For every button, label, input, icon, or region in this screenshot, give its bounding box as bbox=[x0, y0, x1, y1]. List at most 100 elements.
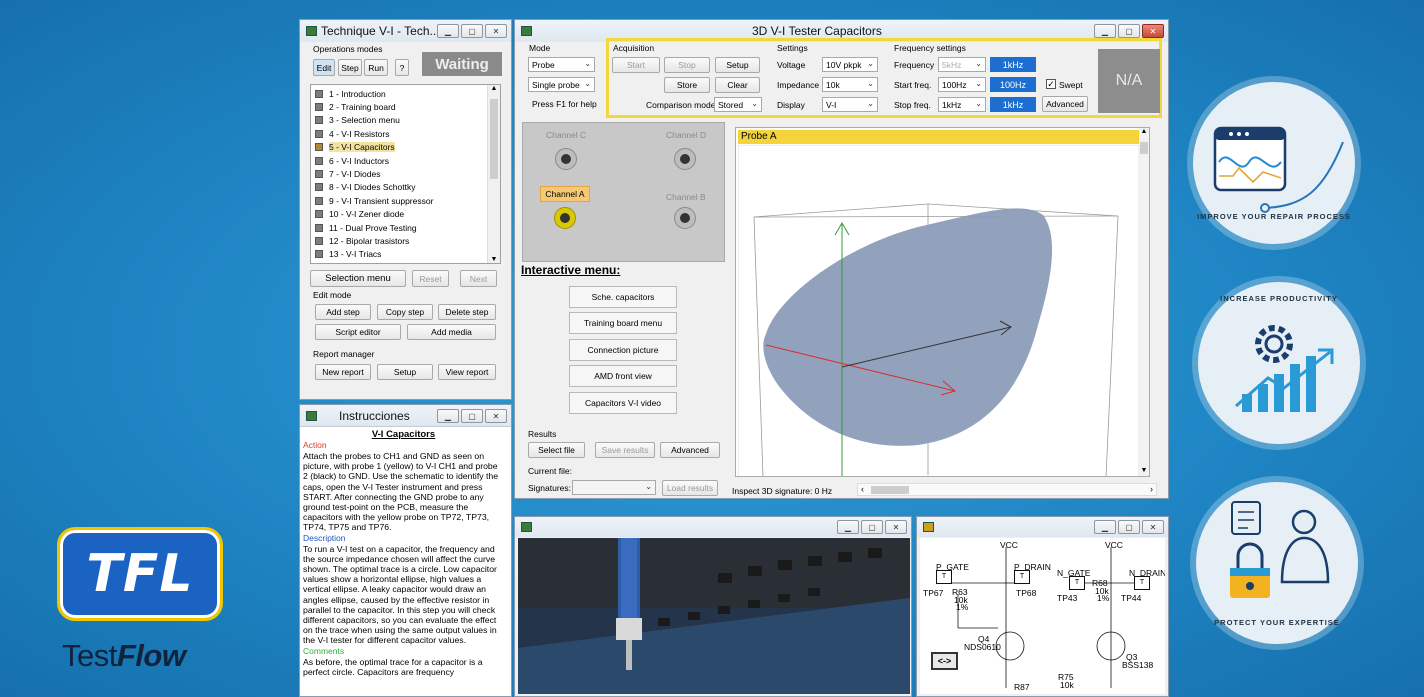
list-item[interactable]: 10 - V-I Zener diode bbox=[311, 208, 500, 221]
menu-training-board[interactable]: Training board menu bbox=[569, 312, 677, 334]
menu-amd-front-view[interactable]: AMD front view bbox=[569, 365, 677, 387]
minimize-icon[interactable]: ▁ bbox=[1094, 520, 1116, 534]
signatures-label: Signatures: bbox=[528, 483, 571, 493]
tab-run[interactable]: Run bbox=[364, 59, 388, 76]
tester-title: 3D V-I Tester Capacitors bbox=[752, 24, 882, 38]
channel-d-jack[interactable] bbox=[674, 148, 696, 170]
inspect-scrollbar[interactable]: ‹ › bbox=[857, 483, 1157, 496]
advanced-button[interactable]: Advanced bbox=[1042, 96, 1088, 112]
schematic-nav-button[interactable]: <-> bbox=[931, 652, 958, 670]
close-icon[interactable]: ✕ bbox=[485, 409, 507, 423]
save-results-button[interactable]: Save results bbox=[595, 442, 655, 458]
report-setup-button[interactable]: Setup bbox=[377, 364, 433, 380]
channel-c-jack[interactable] bbox=[555, 148, 577, 170]
list-item[interactable]: 7 - V-I Diodes bbox=[311, 167, 500, 180]
maximize-icon[interactable]: ▢ bbox=[461, 409, 483, 423]
list-item[interactable]: 1 - Introduction bbox=[311, 87, 500, 100]
menu-capacitors-video[interactable]: Capacitors V-I video bbox=[569, 392, 677, 414]
vi-signature-plot[interactable] bbox=[738, 145, 1141, 477]
action-text: Attach the probes to CH1 and GND as seen… bbox=[303, 451, 499, 533]
operations-label: Operations modes bbox=[313, 44, 383, 54]
store-button[interactable]: Store bbox=[664, 77, 710, 93]
tab-step[interactable]: Step bbox=[338, 59, 362, 76]
impedance-select[interactable]: 10k ⌄ bbox=[822, 77, 878, 92]
scroll-down-icon[interactable]: ▼ bbox=[488, 256, 500, 263]
view-report-button[interactable]: View report bbox=[438, 364, 496, 380]
list-item[interactable]: 5 - V-I Capacitors bbox=[311, 141, 500, 154]
help-button[interactable]: ? bbox=[395, 59, 409, 76]
select-file-button[interactable]: Select file bbox=[528, 442, 585, 458]
probe-title: Probe A bbox=[738, 130, 1139, 144]
delete-step-button[interactable]: Delete step bbox=[438, 304, 496, 320]
add-media-button[interactable]: Add media bbox=[407, 324, 496, 340]
close-icon[interactable]: ✕ bbox=[485, 24, 507, 38]
maximize-icon[interactable]: ▢ bbox=[861, 520, 883, 534]
mode-select[interactable]: Probe ⌄ bbox=[528, 57, 595, 72]
results-advanced-button[interactable]: Advanced bbox=[660, 442, 720, 458]
scroll-up-icon[interactable]: ▲ bbox=[1139, 128, 1149, 135]
scroll-thumb[interactable] bbox=[871, 486, 909, 494]
steps-list[interactable]: 1 - Introduction 2 - Training board 3 - Se… bbox=[310, 84, 501, 264]
probe-select[interactable]: Single probe ⌄ bbox=[528, 77, 595, 92]
minimize-icon[interactable]: ▁ bbox=[437, 24, 459, 38]
maximize-icon[interactable]: ▢ bbox=[461, 24, 483, 38]
list-scrollbar[interactable]: ▲ ▼ bbox=[487, 85, 500, 263]
new-report-button[interactable]: New report bbox=[315, 364, 371, 380]
photo-window: ▁ ▢ ✕ bbox=[514, 516, 912, 697]
maximize-icon[interactable]: ▢ bbox=[1118, 520, 1140, 534]
schematic-window: ▁ ▢ ✕ VCC VCC P_GATE P_DRAIN N_GATE N_DR… bbox=[916, 516, 1169, 697]
list-item[interactable]: 8 - V-I Diodes Schottky bbox=[311, 181, 500, 194]
menu-connection-picture[interactable]: Connection picture bbox=[569, 339, 677, 361]
selection-menu-button[interactable]: Selection menu bbox=[310, 270, 406, 287]
comparison-select[interactable]: Stored ⌄ bbox=[714, 97, 762, 112]
tab-edit[interactable]: Edit bbox=[313, 59, 335, 76]
stop-freq-select[interactable]: 1kHz ⌄ bbox=[938, 97, 986, 112]
minimize-icon[interactable]: ▁ bbox=[1094, 24, 1116, 38]
channel-b-jack[interactable] bbox=[674, 207, 696, 229]
scroll-down-icon[interactable]: ▼ bbox=[1139, 467, 1149, 474]
channel-a-jack[interactable] bbox=[554, 207, 576, 229]
minimize-icon[interactable]: ▁ bbox=[437, 409, 459, 423]
next-button[interactable]: Next bbox=[460, 270, 497, 287]
list-item[interactable]: 2 - Training board bbox=[311, 100, 500, 113]
channel-a-label[interactable]: Channel A bbox=[540, 186, 590, 202]
swept-checkbox[interactable]: ✓ bbox=[1046, 79, 1056, 89]
list-item[interactable]: 12 - Bipolar trasistors bbox=[311, 234, 500, 247]
close-icon[interactable]: ✕ bbox=[1142, 520, 1164, 534]
menu-sche-capacitors[interactable]: Sche. capacitors bbox=[569, 286, 677, 308]
acquisition-setup-button[interactable]: Setup bbox=[715, 57, 760, 73]
scroll-right-icon[interactable]: › bbox=[1150, 484, 1153, 494]
list-item[interactable]: 9 - V-I Transient suppressor bbox=[311, 194, 500, 207]
action-label: Action bbox=[303, 440, 327, 450]
scroll-thumb[interactable] bbox=[490, 99, 498, 179]
add-step-button[interactable]: Add step bbox=[315, 304, 371, 320]
start-freq-value: 100Hz bbox=[942, 79, 967, 90]
close-icon[interactable]: ✕ bbox=[1142, 24, 1164, 38]
scroll-thumb[interactable] bbox=[1140, 142, 1148, 154]
display-select[interactable]: V-I ⌄ bbox=[822, 97, 878, 112]
signatures-select[interactable]: ⌄ bbox=[572, 480, 656, 495]
reset-button[interactable]: Reset bbox=[412, 270, 449, 287]
plot-vscrollbar[interactable]: ▲ ▼ bbox=[1139, 128, 1149, 476]
scroll-left-icon[interactable]: ‹ bbox=[861, 484, 864, 494]
current-file-label: Current file: bbox=[528, 466, 572, 476]
clear-button[interactable]: Clear bbox=[715, 77, 760, 93]
list-item[interactable]: 4 - V-I Resistors bbox=[311, 127, 500, 140]
list-item[interactable]: 13 - V-I Triacs bbox=[311, 248, 500, 261]
list-item[interactable]: 6 - V-I Inductors bbox=[311, 154, 500, 167]
voltage-select[interactable]: 10V pkpk ⌄ bbox=[822, 57, 878, 72]
minimize-icon[interactable]: ▁ bbox=[837, 520, 859, 534]
maximize-icon[interactable]: ▢ bbox=[1118, 24, 1140, 38]
script-editor-button[interactable]: Script editor bbox=[315, 324, 401, 340]
list-item[interactable]: 3 - Selection menu bbox=[311, 114, 500, 127]
load-results-button[interactable]: Load results bbox=[662, 480, 718, 496]
stop-button[interactable]: Stop bbox=[664, 57, 710, 73]
start-freq-select[interactable]: 100Hz ⌄ bbox=[938, 77, 986, 92]
start-button[interactable]: Start bbox=[612, 57, 660, 73]
scroll-up-icon[interactable]: ▲ bbox=[488, 85, 500, 92]
copy-step-button[interactable]: Copy step bbox=[377, 304, 433, 320]
frequency-select[interactable]: 5kHz ⌄ bbox=[938, 57, 986, 72]
close-icon[interactable]: ✕ bbox=[885, 520, 907, 534]
list-item[interactable]: 11 - Dual Prove Testing bbox=[311, 221, 500, 234]
r87-label: R87 bbox=[1014, 682, 1030, 692]
